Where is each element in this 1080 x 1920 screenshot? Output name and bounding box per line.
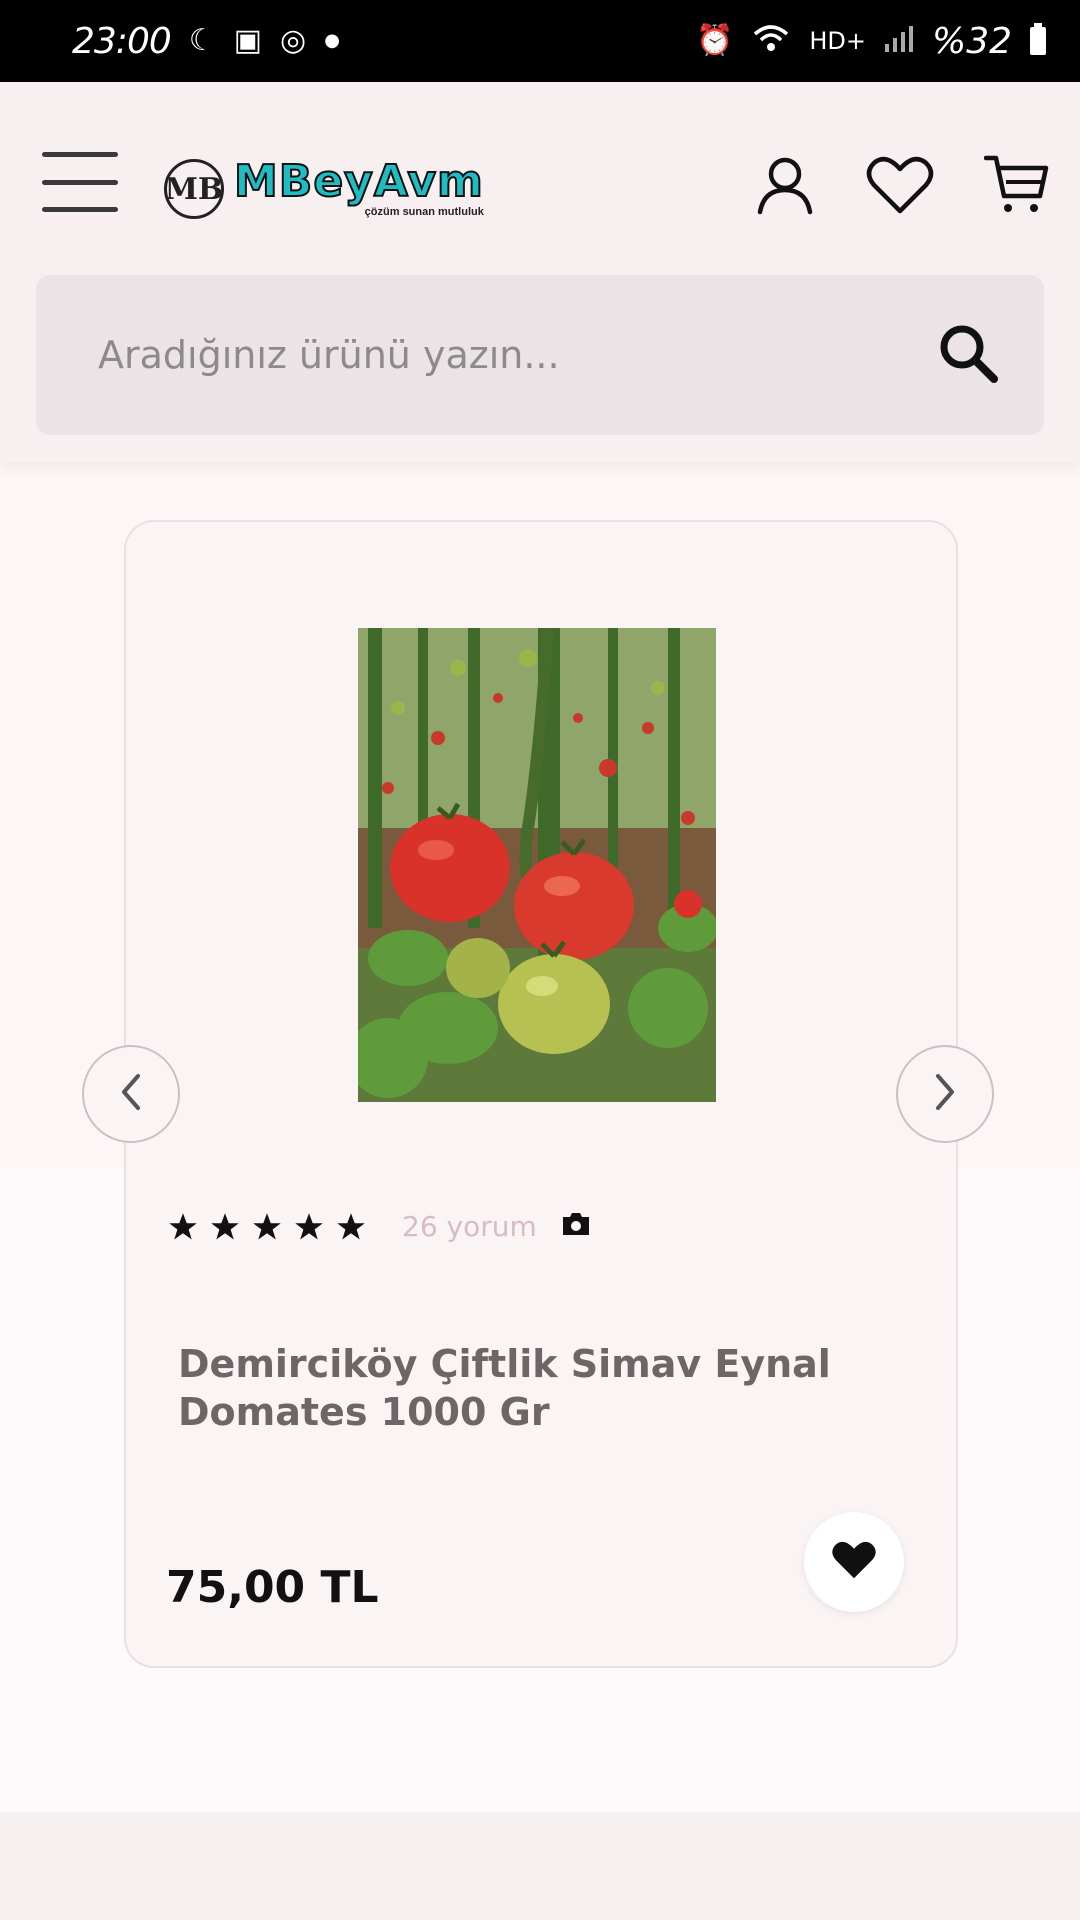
chevron-left-icon <box>116 1072 146 1117</box>
user-icon[interactable] <box>754 154 816 216</box>
status-right: ⏰ HD+ %32 <box>696 21 1046 62</box>
status-left: 23:00 ☾ ▣ ◎ ● <box>72 21 340 62</box>
review-count[interactable]: 26 yorum <box>402 1210 537 1243</box>
star-icon <box>168 1212 198 1242</box>
battery-icon <box>1030 23 1046 55</box>
menu-icon-line <box>42 179 118 185</box>
alarm-icon: ⏰ <box>695 23 734 58</box>
star-icon <box>210 1212 240 1242</box>
add-to-favorites-button[interactable] <box>804 1512 904 1612</box>
cart-icon[interactable] <box>984 152 1050 218</box>
camera-icon <box>561 1211 591 1242</box>
heart-icon[interactable] <box>866 155 934 215</box>
menu-icon-line <box>42 152 118 157</box>
signal-icon <box>884 24 914 58</box>
search-box <box>36 275 1044 435</box>
gallery-icon: ▣ <box>233 23 263 58</box>
search-input[interactable] <box>98 333 936 377</box>
status-bar: 23:00 ☾ ▣ ◎ ● ⏰ HD+ %32 <box>0 0 1080 82</box>
star-icon <box>294 1212 324 1242</box>
menu-button[interactable] <box>42 152 118 212</box>
logo-text-wrap: MBeyAvm çözüm sunan mutluluk <box>233 156 484 219</box>
star-icon <box>336 1212 366 1242</box>
hd-plus-icon: HD+ <box>809 27 866 55</box>
wifi-icon <box>751 22 791 60</box>
header-icons <box>754 152 1050 218</box>
chevron-right-icon <box>930 1072 960 1117</box>
search-icon[interactable] <box>936 321 1000 390</box>
moon-icon: ☾ <box>188 23 216 58</box>
dot-icon: ● <box>324 30 340 51</box>
logo-tagline: çözüm sunan mutluluk <box>364 206 484 218</box>
product-image[interactable] <box>348 627 718 1102</box>
logo[interactable]: MB MBeyAvm çözüm sunan mutluluk <box>164 144 484 234</box>
status-time: 23:00 <box>72 20 172 62</box>
logo-text: MBeyAvm <box>233 156 484 207</box>
screen: 23:00 ☾ ▣ ◎ ● ⏰ HD+ %32 MB MBeyAvm çözüm… <box>0 0 1080 1920</box>
rating-row[interactable]: 26 yorum <box>168 1210 591 1243</box>
header: MB MBeyAvm çözüm sunan mutluluk <box>0 82 1080 462</box>
heart-filled-icon <box>830 1539 878 1586</box>
battery-level: %32 <box>931 20 1012 62</box>
next-section-strip <box>0 1812 1080 1920</box>
product-price: 75,00 TL <box>166 1562 379 1613</box>
carousel-prev-button[interactable] <box>82 1045 180 1143</box>
star-icon <box>252 1212 282 1242</box>
product-title[interactable]: Demirciköy Çiftlik Simav Eynal Domates 1… <box>178 1340 878 1436</box>
carousel-next-button[interactable] <box>896 1045 994 1143</box>
logo-mark: MB <box>164 159 224 219</box>
star-rating <box>168 1212 366 1242</box>
instagram-icon: ◎ <box>280 23 307 58</box>
menu-icon-line <box>42 207 118 212</box>
